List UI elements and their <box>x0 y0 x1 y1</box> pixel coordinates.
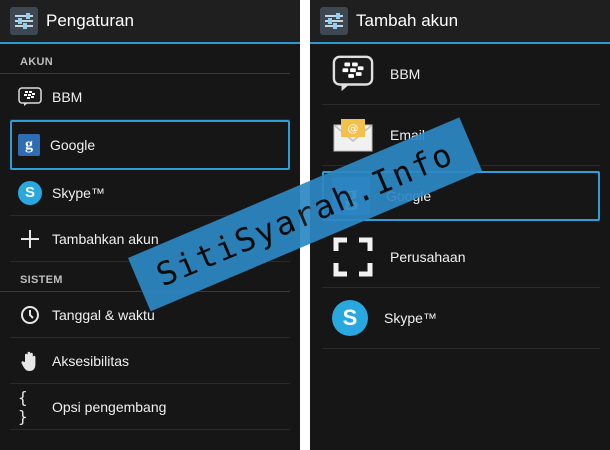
add-account-title: Tambah akun <box>356 11 459 30</box>
account-type-label: Skype™ <box>384 310 437 326</box>
google-icon: g <box>18 133 40 156</box>
section-header-akun: AKUN <box>0 44 290 74</box>
settings-item-accessibility[interactable]: Aksesibilitas <box>10 338 290 384</box>
settings-item-label: Tambahkan akun <box>52 230 159 247</box>
clock-icon <box>18 303 42 327</box>
settings-item-label: Aksesibilitas <box>52 352 130 369</box>
email-icon: @ <box>332 114 374 156</box>
account-type-label: Perusahaan <box>390 249 466 265</box>
settings-item-developer-options[interactable]: { } Opsi pengembang <box>10 384 290 430</box>
add-account-panel: Tambah akun BBM @ Email g Google <box>310 0 610 450</box>
hand-icon <box>18 349 42 373</box>
settings-item-label: Tanggal & waktu <box>52 306 155 323</box>
corporate-icon <box>332 236 374 278</box>
settings-title: Pengaturan <box>46 11 134 30</box>
account-type-bbm[interactable]: BBM <box>322 44 600 105</box>
skype-icon: S <box>332 300 368 336</box>
bbm-icon <box>18 85 42 109</box>
settings-app-icon[interactable] <box>320 7 348 35</box>
svg-text:@: @ <box>348 122 359 135</box>
skype-icon: S <box>18 180 42 205</box>
settings-item-label: Opsi pengembang <box>52 398 167 415</box>
settings-item-label: BBM <box>52 88 83 105</box>
account-type-skype[interactable]: S Skype™ <box>322 288 600 349</box>
account-type-corporate[interactable]: Perusahaan <box>322 227 600 288</box>
braces-icon: { } <box>18 387 28 426</box>
add-account-action-bar: Tambah akun <box>310 0 610 44</box>
plus-icon <box>18 227 42 251</box>
bbm-icon <box>332 53 374 95</box>
settings-action-bar: Pengaturan <box>0 0 300 44</box>
settings-item-label: Skype™ <box>52 184 105 201</box>
account-type-label: BBM <box>390 66 421 82</box>
settings-item-google[interactable]: g Google <box>10 120 290 170</box>
settings-item-bbm[interactable]: BBM <box>10 74 290 120</box>
settings-app-icon[interactable] <box>10 7 38 35</box>
settings-item-label: Google <box>50 136 96 153</box>
